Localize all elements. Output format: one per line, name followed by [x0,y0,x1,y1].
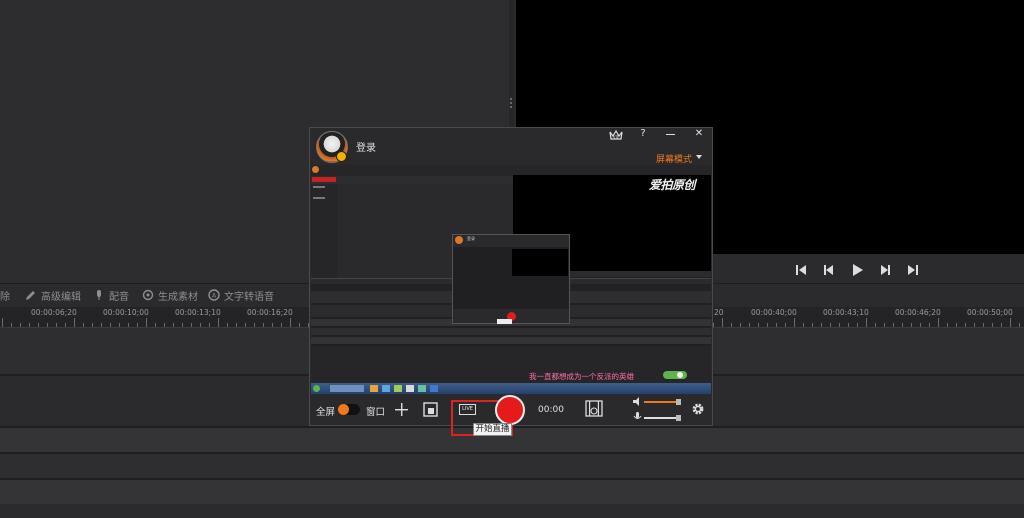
window-label: 窗口 [366,407,386,418]
splitter-grip [510,106,512,108]
ruler-label: 20 [714,308,724,317]
avatar-badge [336,151,347,162]
ruler-label: 00:00:10;00 [103,308,149,317]
capture-track [311,328,711,335]
settings-gear-icon[interactable] [691,402,705,416]
capture-track [311,337,711,344]
svg-text:A: A [212,293,217,300]
taskbar-item [330,385,364,392]
ruler-label: 00:00:06;20 [31,308,77,317]
film-gear-icon [142,289,154,301]
live-label: LIVE [462,406,473,412]
crosshair-select-icon[interactable] [395,403,408,416]
tooltip-text: 开始直播 [475,424,510,434]
toolbar-item-partial[interactable]: 除 [0,287,10,303]
splitter-grip [510,98,512,100]
text-speech-icon: A [208,289,220,301]
webcam-frame-icon[interactable] [423,402,438,417]
mode-toggle-knob [338,404,349,415]
text-to-speech-label: 文字转语音 [224,291,274,303]
ruler-label: 00:00:13;10 [175,308,221,317]
capture-sidebar-item [313,186,325,188]
ruler-label: 00:00:16;20 [247,308,293,317]
help-button[interactable]: ? [638,128,648,140]
vip-crown-icon[interactable]: VIP [609,129,623,141]
live-stream-button[interactable]: LIVE [459,404,476,415]
play-icon[interactable] [850,263,864,277]
mic-icon[interactable] [633,412,642,422]
nested-login: 登录 [467,236,475,241]
mic-volume-slider[interactable] [644,417,679,419]
start-live-tooltip: 开始直播 [473,423,512,436]
taskbar-icon [418,385,426,392]
start-orb [313,385,320,392]
speaker-volume-slider[interactable] [644,401,679,403]
skip-to-end-icon[interactable] [906,263,920,277]
video-list-icon[interactable] [585,400,603,417]
splitter-grip [510,102,512,104]
generate-material-button[interactable]: 生成素材 [142,287,198,303]
nested-avatar [455,236,463,244]
timeline-track[interactable] [0,454,1024,478]
pencil-icon [26,291,35,300]
ruler-label: 00:00:43;10 [823,308,869,317]
taskbar-icon [382,385,390,392]
nested-preview [512,249,568,276]
nested-toggle [663,371,687,379]
dubbing-button[interactable]: 配音 [93,287,129,303]
timeline-track[interactable] [0,504,1024,518]
capture-sidebar-item [313,197,325,199]
speaker-icon[interactable] [633,397,642,406]
taskbar-icon [394,385,402,392]
advanced-edit-label: 高级编辑 [41,291,81,303]
taskbar-icon [370,385,378,392]
previous-frame-icon[interactable] [822,263,836,277]
next-frame-icon[interactable] [878,263,892,277]
ruler-label: 00:00:50;00 [967,308,1013,317]
taskbar-icon [430,385,438,392]
skip-to-start-icon[interactable] [794,263,808,277]
login-link[interactable]: 登录 [356,139,376,154]
record-button[interactable] [495,395,525,425]
minimize-button[interactable] [666,134,675,135]
close-button[interactable]: ✕ [693,128,705,140]
nested-toggle-knob [677,372,683,378]
timeline-track[interactable] [0,480,1024,504]
speaker-slider-thumb[interactable] [676,399,681,405]
text-to-speech-button[interactable]: A 文字转语音 [208,287,274,303]
chevron-down-icon[interactable] [696,155,702,160]
watermark-logo: 爱拍原创 [649,178,696,192]
ruler-label: 00:00:46;20 [895,308,941,317]
mic-slider-thumb[interactable] [676,415,681,421]
record-timer: 00:00 [538,405,564,415]
capture-empty-area [311,346,711,383]
advanced-edit-button[interactable]: 高级编辑 [25,287,81,303]
taskbar-icon [406,385,414,392]
capture-avatar [312,166,319,173]
fullscreen-label: 全屏 [316,407,336,418]
svg-text:VIP: VIP [613,135,620,140]
screen-mode-label[interactable]: 屏幕模式 [656,152,692,165]
dubbing-label: 配音 [109,291,129,303]
ruler-label: 00:00:40;00 [751,308,797,317]
nested-tooltip [497,319,512,324]
subtitle-text: 我一直都想成为一个反派的英雄 [529,372,634,381]
toolbar-partial-label: 除 [0,291,10,303]
generate-material-label: 生成素材 [158,291,198,303]
capture-record-tab [312,177,336,182]
microphone-icon [97,290,101,300]
